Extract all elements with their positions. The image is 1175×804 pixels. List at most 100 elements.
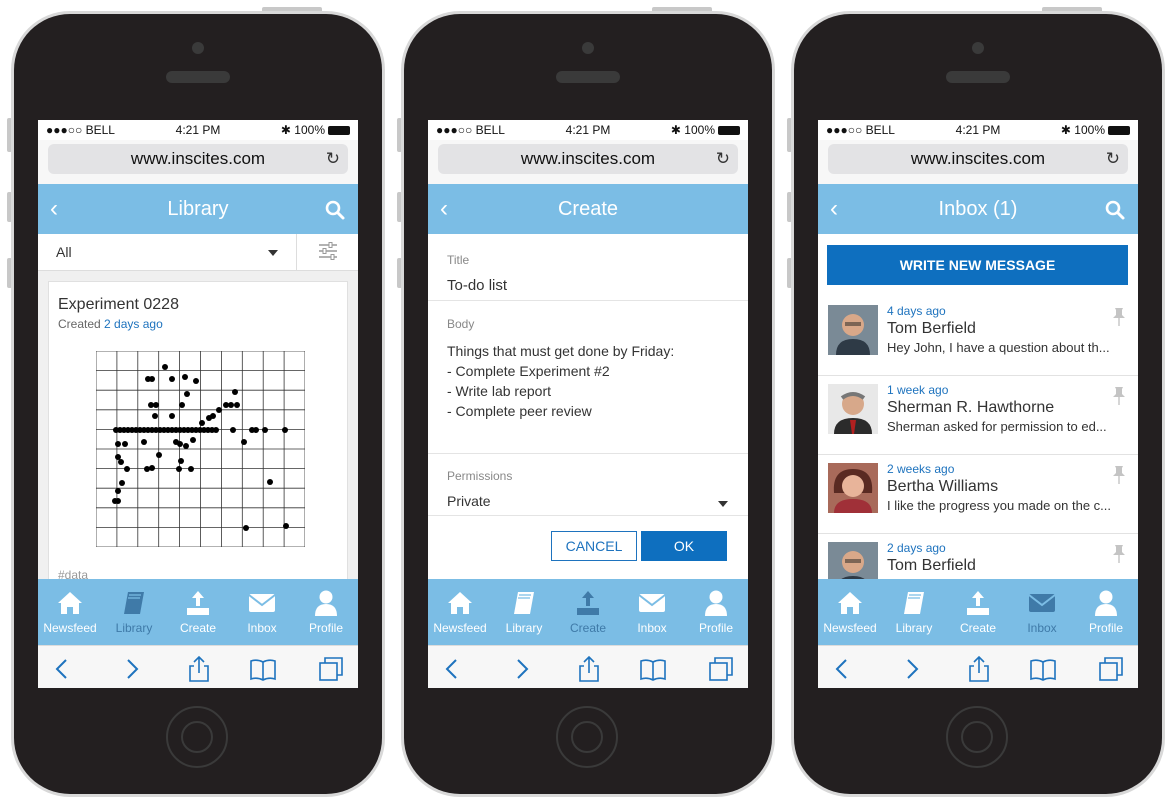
experiment-card[interactable]: Experiment 0228 Created 2 days ago #data (48, 281, 348, 593)
envelope-icon (1028, 594, 1056, 612)
reload-icon[interactable]: ↻ (326, 144, 340, 174)
forward-arrow-icon[interactable] (508, 656, 534, 682)
body-label: Body (447, 317, 475, 331)
tab-newsfeed[interactable]: Newsfeed (428, 579, 492, 645)
browser-toolbar (428, 645, 748, 688)
battery-percent: 100% (684, 123, 715, 137)
home-button[interactable] (556, 706, 618, 768)
filter-dropdown[interactable]: All (56, 244, 72, 260)
scatter-point (122, 441, 128, 447)
envelope-icon (248, 594, 276, 612)
back-arrow-icon[interactable] (50, 656, 76, 682)
phone-library: ●●●○○ BELL 4:21 PM ✱ 100% www.inscites.c… (7, 7, 382, 794)
tab-profile[interactable]: Profile (294, 579, 358, 645)
divider (428, 300, 748, 301)
title-label: Title (447, 253, 470, 267)
tab-library[interactable]: Library (492, 579, 556, 645)
pin-icon[interactable] (1111, 386, 1127, 406)
browser-url-bar: www.inscites.com ↻ (818, 140, 1138, 184)
tab-bar: Newsfeed Library Create Inbox Profile (38, 579, 358, 645)
upload-icon (187, 591, 209, 615)
permissions-select[interactable]: Private (447, 493, 491, 509)
pin-icon[interactable] (1111, 544, 1127, 564)
bookmarks-icon[interactable] (250, 656, 276, 682)
scatter-point (234, 402, 240, 408)
share-icon[interactable] (576, 656, 602, 682)
tab-newsfeed[interactable]: Newsfeed (38, 579, 102, 645)
tab-inbox[interactable]: Inbox (620, 579, 684, 645)
scatter-point (232, 389, 238, 395)
back-arrow-icon[interactable] (830, 656, 856, 682)
share-icon[interactable] (966, 656, 992, 682)
sliders-icon[interactable] (318, 242, 338, 260)
book-icon (904, 592, 924, 614)
tab-label: Create (959, 621, 997, 635)
home-button[interactable] (946, 706, 1008, 768)
battery-icon (1108, 126, 1130, 135)
ok-button[interactable]: OK (641, 531, 727, 561)
home-button[interactable] (166, 706, 228, 768)
share-icon[interactable] (186, 656, 212, 682)
bookmarks-icon[interactable] (640, 656, 666, 682)
scatter-point (162, 364, 168, 370)
scatter-point (241, 439, 247, 445)
camera (192, 42, 204, 54)
tab-newsfeed[interactable]: Newsfeed (818, 579, 882, 645)
tab-create[interactable]: Create (166, 579, 230, 645)
write-new-message-button[interactable]: WRITE NEW MESSAGE (827, 245, 1128, 285)
forward-arrow-icon[interactable] (118, 656, 144, 682)
person-icon (315, 590, 337, 616)
chevron-down-icon[interactable] (268, 250, 278, 256)
message-preview: Hey John, I have a question about th... (887, 340, 1110, 355)
url-field[interactable]: www.inscites.com ↻ (48, 144, 348, 174)
scatter-point (206, 415, 212, 421)
reload-icon[interactable]: ↻ (1106, 144, 1120, 174)
upload-icon (577, 591, 599, 615)
tab-profile[interactable]: Profile (1074, 579, 1138, 645)
card-title: Experiment 0228 (58, 296, 179, 313)
tab-profile[interactable]: Profile (684, 579, 748, 645)
battery-icon (328, 126, 350, 135)
tab-create[interactable]: Create (946, 579, 1010, 645)
tab-inbox[interactable]: Inbox (230, 579, 294, 645)
tabs-icon[interactable] (318, 656, 344, 682)
pin-icon[interactable] (1111, 465, 1127, 485)
card-created: Created 2 days ago (58, 317, 163, 331)
page-title: Library (167, 198, 229, 220)
battery-icon (718, 126, 740, 135)
tab-label: Library (505, 621, 543, 635)
reload-icon[interactable]: ↻ (716, 144, 730, 174)
scatter-point (188, 466, 194, 472)
volume-up-button (787, 192, 792, 222)
tab-library[interactable]: Library (102, 579, 166, 645)
url-field[interactable]: www.inscites.com ↻ (828, 144, 1128, 174)
search-icon[interactable] (324, 199, 346, 221)
cancel-button[interactable]: CANCEL (551, 531, 637, 561)
created-date-link[interactable]: 2 days ago (104, 317, 163, 331)
pin-icon[interactable] (1111, 307, 1127, 327)
phone-inbox: ●●●○○ BELL 4:21 PM ✱ 100% www.inscites.c… (787, 7, 1162, 794)
tab-create[interactable]: Create (556, 579, 620, 645)
tabs-icon[interactable] (708, 656, 734, 682)
tab-library[interactable]: Library (882, 579, 946, 645)
message-item[interactable]: 4 days ago Tom Berfield Hey John, I have… (818, 297, 1138, 376)
message-preview: I like the progress you made on the c... (887, 498, 1112, 513)
tab-inbox[interactable]: Inbox (1010, 579, 1074, 645)
filter-bar: All (38, 234, 358, 271)
power-button (1042, 7, 1102, 13)
message-item[interactable]: 2 weeks ago Bertha Williams I like the p… (818, 455, 1138, 534)
title-input[interactable]: To-do list (447, 277, 507, 294)
tabs-icon[interactable] (1098, 656, 1124, 682)
message-item[interactable]: 1 week ago Sherman R. Hawthorne Sherman … (818, 376, 1138, 455)
created-prefix: Created (58, 317, 101, 331)
search-icon[interactable] (1104, 199, 1126, 221)
chevron-down-icon[interactable] (718, 501, 728, 507)
back-arrow-icon[interactable] (440, 656, 466, 682)
url-field[interactable]: www.inscites.com ↻ (438, 144, 738, 174)
scatter-point (243, 525, 249, 531)
browser-url-bar: www.inscites.com ↻ (38, 140, 358, 184)
bookmarks-icon[interactable] (1030, 656, 1056, 682)
body-textarea[interactable]: Things that must get done by Friday: - C… (447, 341, 674, 421)
forward-arrow-icon[interactable] (898, 656, 924, 682)
scatter-point (152, 413, 158, 419)
